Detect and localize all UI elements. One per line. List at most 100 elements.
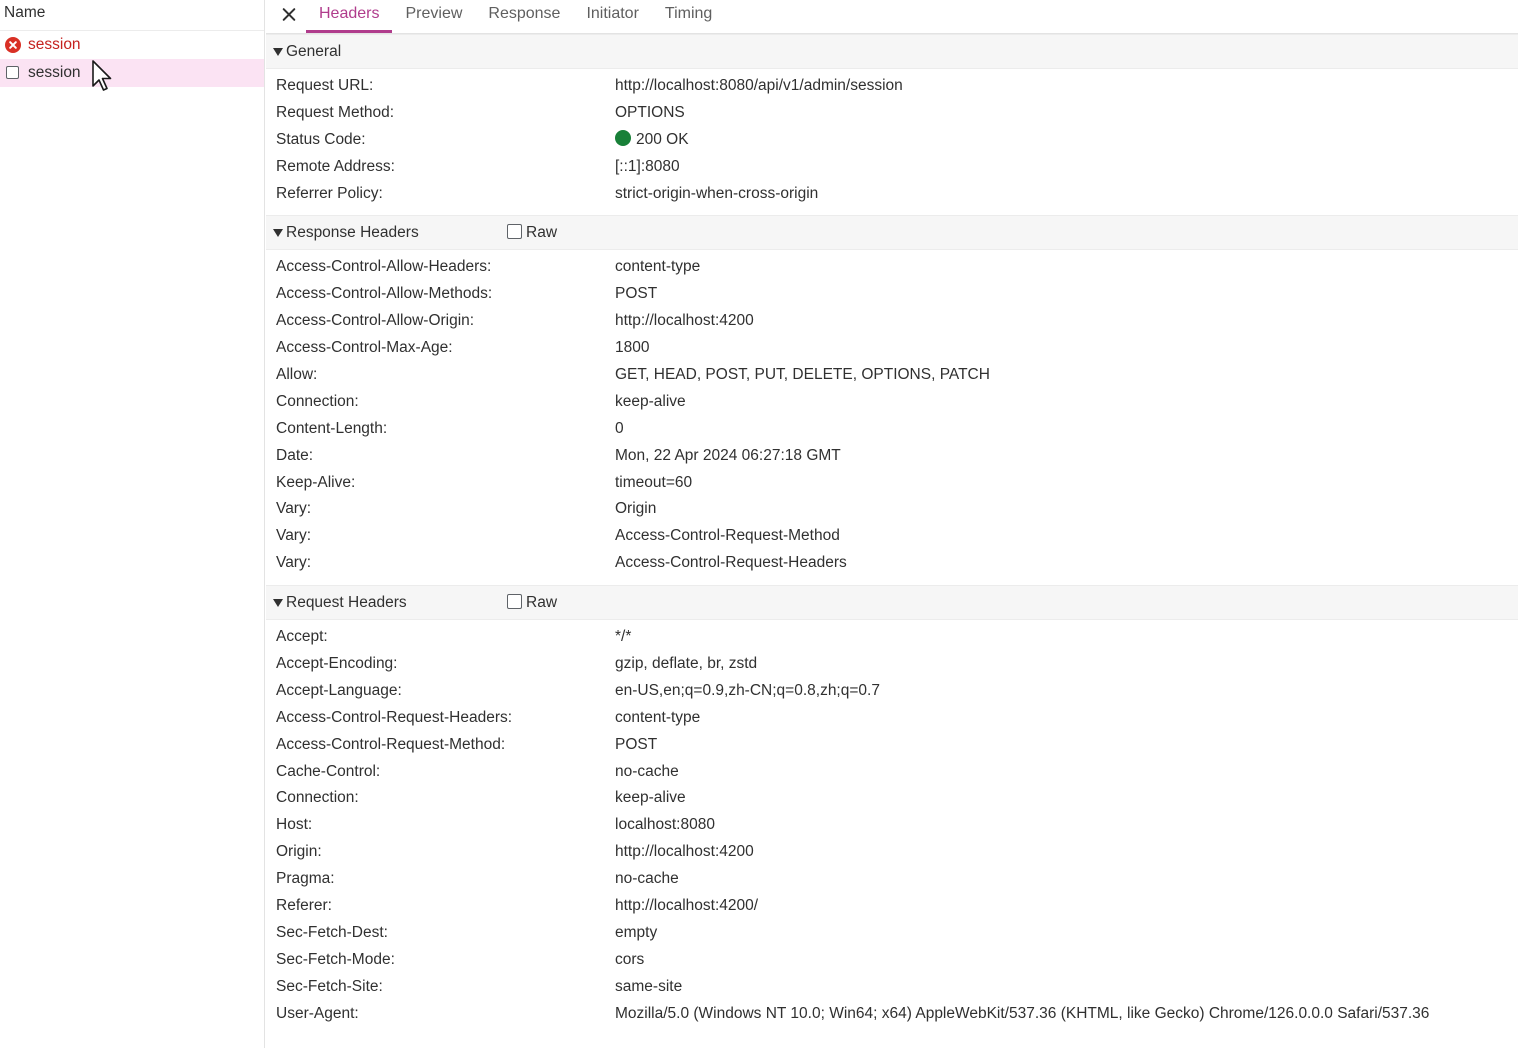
header-key: Remote Address: — [276, 157, 395, 175]
header-row: Access-Control-Allow-Origin: http://local… — [266, 308, 1518, 335]
header-value: Origin — [615, 500, 657, 518]
raw-checkbox[interactable]: Raw — [507, 216, 557, 249]
header-row: Access-Control-Request-Headers: content-t… — [266, 705, 1518, 732]
checkbox-icon — [507, 224, 522, 240]
header-key: Vary: — [276, 527, 312, 545]
tab-preview[interactable]: Preview — [392, 0, 475, 30]
header-row: Connection: keep-alive — [266, 389, 1518, 416]
header-value: http://localhost:4200/ — [615, 897, 759, 915]
header-value: no-cache — [615, 870, 679, 888]
header-key: Connection: — [276, 789, 359, 807]
header-row: Connection: keep-alive — [266, 785, 1518, 812]
header-key: User-Agent: — [276, 1004, 359, 1022]
collapse-triangle-icon — [273, 229, 283, 238]
header-row: Accept-Language: en-US,en;q=0.9,zh-CN;q=0… — [266, 678, 1518, 705]
request-item-error[interactable]: session — [0, 31, 264, 59]
header-value: cors — [615, 950, 645, 968]
header-row: Allow: GET, HEAD, POST, PUT, DELETE, OPTI… — [266, 362, 1518, 389]
header-value: strict-origin-when-cross-origin — [615, 184, 819, 202]
header-value: Mon, 22 Apr 2024 06:27:18 GMT — [615, 446, 841, 464]
header-key: Sec-Fetch-Mode: — [276, 950, 395, 968]
header-row: Sec-Fetch-Mode: cors — [266, 947, 1518, 974]
header-row: Sec-Fetch-Site: same-site — [266, 974, 1518, 1001]
header-key: Host: — [276, 816, 313, 834]
status-value: 200 OK — [615, 127, 689, 154]
header-value: Access-Control-Request-Method — [615, 527, 840, 545]
header-value: OPTIONS — [615, 103, 685, 121]
header-key: Request URL: — [276, 77, 374, 94]
mouse-pointer-icon — [92, 60, 112, 91]
header-key: Access-Control-Allow-Methods: — [276, 285, 493, 303]
header-value: http://localhost:4200 — [615, 843, 754, 861]
request-list: Name session session — [0, 0, 265, 1048]
header-key: Access-Control-Request-Headers: — [276, 708, 513, 726]
request-details: Headers Preview Response Initiator Timin… — [266, 0, 1518, 1048]
response-header-rows: Access-Control-Allow-Headers: content-typ… — [266, 250, 1518, 585]
header-value: http://localhost:4200 — [615, 312, 754, 330]
header-key: Request Method: — [276, 103, 395, 121]
header-value: timeout=60 — [615, 473, 693, 491]
header-row: Vary: Access-Control-Request-Method — [266, 523, 1518, 550]
header-value: POST — [615, 285, 658, 303]
document-icon — [6, 66, 19, 79]
status-ok-icon — [615, 130, 631, 147]
request-item-label: session — [28, 36, 81, 53]
header-value: gzip, deflate, br, zstd — [615, 655, 758, 673]
tab-timing[interactable]: Timing — [652, 0, 725, 30]
raw-checkbox[interactable]: Raw — [507, 586, 557, 619]
request-header-rows: Accept: */* Accept-Encoding: gzip, deflate,… — [266, 620, 1518, 1035]
header-value: keep-alive — [615, 789, 686, 807]
header-row: Request URL: http://localhost:8080/api/v… — [266, 73, 1518, 100]
request-item-selected[interactable]: session — [0, 59, 264, 87]
header-value: GET, HEAD, POST, PUT, DELETE, OPTIONS, P… — [615, 366, 990, 384]
section-response-headers-header[interactable]: Response Headers Raw — [266, 215, 1518, 251]
header-key: Cache-Control: — [276, 762, 381, 780]
section-general-header[interactable]: General — [266, 34, 1518, 69]
name-column-header[interactable]: Name — [0, 0, 264, 31]
tab-headers[interactable]: Headers — [306, 0, 393, 33]
header-value: en-US,en;q=0.9,zh-CN;q=0.8,zh;q=0.7 — [615, 681, 880, 699]
header-key: Access-Control-Allow-Origin: — [276, 312, 475, 330]
header-row: Sec-Fetch-Dest: empty — [266, 920, 1518, 947]
tab-initiator[interactable]: Initiator — [573, 0, 651, 30]
header-row: Request Method: OPTIONS — [266, 100, 1518, 127]
header-key: Access-Control-Max-Age: — [276, 339, 453, 357]
header-key: Vary: — [276, 500, 312, 518]
header-key: Accept-Encoding: — [276, 655, 398, 673]
header-value: no-cache — [615, 762, 679, 780]
header-row: Vary: Origin — [266, 496, 1518, 523]
header-row: User-Agent: Mozilla/5.0 (Windows NT 10.0;… — [266, 1001, 1518, 1028]
section-title: General — [286, 43, 342, 60]
header-value: same-site — [615, 977, 683, 995]
header-key: Accept: — [276, 628, 328, 646]
section-request-headers-header[interactable]: Request Headers Raw — [266, 585, 1518, 621]
details-tabs: Headers Preview Response Initiator Timin… — [306, 0, 725, 33]
header-row: Origin: http://localhost:4200 — [266, 839, 1518, 866]
header-key: Connection: — [276, 392, 359, 410]
header-key: Sec-Fetch-Dest: — [276, 923, 388, 941]
devtools-network-panel: Name session session Headers Preview Res… — [0, 0, 1518, 1048]
close-icon[interactable] — [278, 4, 300, 26]
header-key: Accept-Language: — [276, 681, 402, 699]
header-row: Access-Control-Max-Age: 1800 — [266, 335, 1518, 362]
collapse-triangle-icon — [273, 599, 283, 608]
tab-response[interactable]: Response — [475, 0, 573, 30]
header-value: Access-Control-Request-Headers — [615, 554, 847, 572]
header-row: Status Code: 200 OK — [266, 127, 1518, 154]
header-row: Content-Length: 0 — [266, 416, 1518, 443]
header-row: Pragma: no-cache — [266, 866, 1518, 893]
header-key: Referrer Policy: — [276, 184, 383, 202]
header-key: Referer: — [276, 897, 332, 915]
header-key: Access-Control-Allow-Headers: — [276, 258, 492, 276]
header-row: Cache-Control: no-cache — [266, 759, 1518, 786]
section-title: Request Headers — [286, 594, 407, 612]
header-key: Keep-Alive: — [276, 473, 356, 491]
header-row: Access-Control-Request-Method: POST — [266, 732, 1518, 759]
header-key: Access-Control-Request-Method: — [276, 735, 506, 753]
header-value: Mozilla/5.0 (Windows NT 10.0; Win64; x64… — [615, 1004, 1430, 1022]
details-tabbar: Headers Preview Response Initiator Timin… — [266, 0, 1518, 34]
section-title: Response Headers — [286, 224, 419, 242]
header-row: Remote Address: [::1]:8080 — [266, 154, 1518, 181]
header-row: Access-Control-Allow-Headers: content-typ… — [266, 254, 1518, 281]
header-key: Sec-Fetch-Site: — [276, 977, 383, 995]
